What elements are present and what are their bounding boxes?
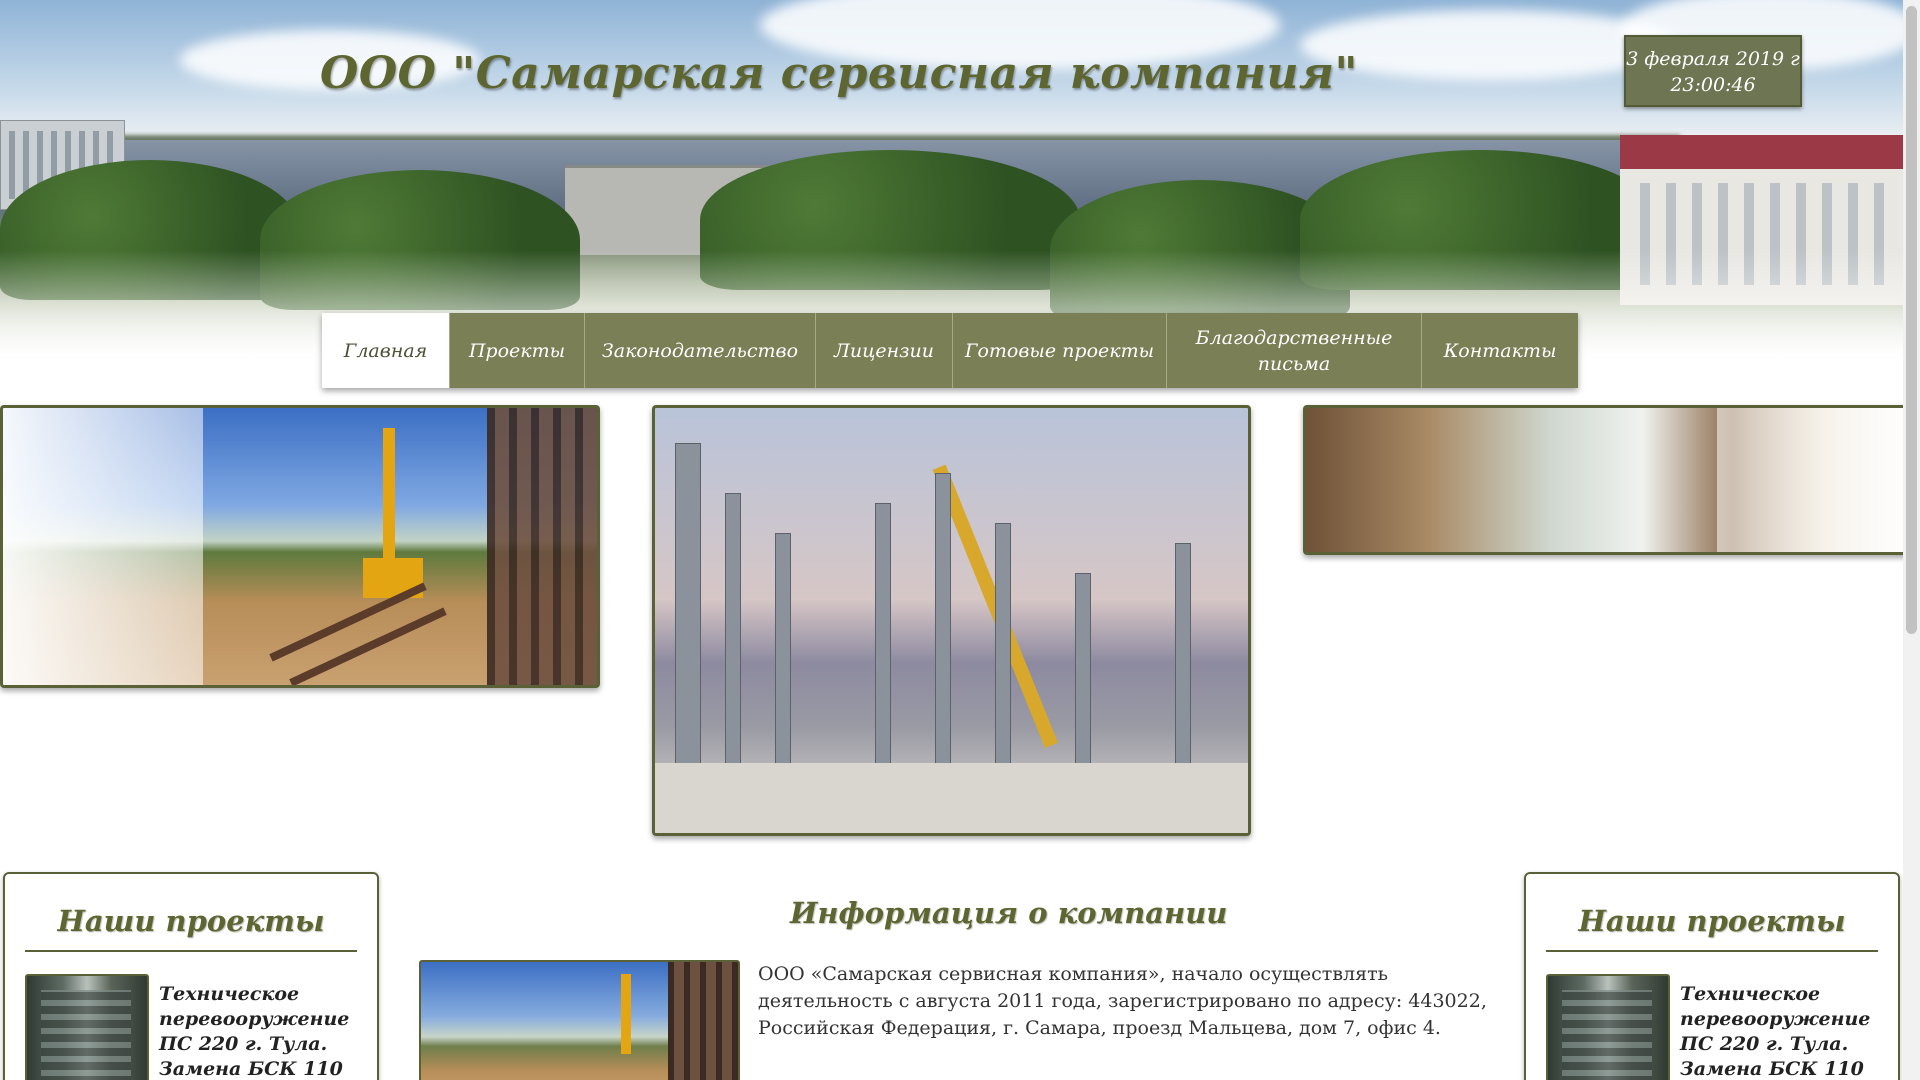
time-text: 23:00:46 [1670, 74, 1756, 96]
left-project-link[interactable]: Техническое перевооружение ПС 220 г. Тул… [159, 982, 369, 1080]
nav-item-contacts[interactable]: Контакты [1422, 313, 1578, 388]
nav-item-legislation[interactable]: Законодательство [585, 313, 816, 388]
slide-substation-image[interactable] [652, 405, 1251, 836]
nav-item-ready-projects[interactable]: Готовые проекты [953, 313, 1167, 388]
main-nav: Главная Проекты Законодательство Лицензи… [322, 313, 1578, 388]
nav-item-projects[interactable]: Проекты [450, 313, 585, 388]
left-projects-panel: Наши проекты Техническое перевооружение … [3, 872, 379, 1080]
slide-construction-image[interactable] [0, 405, 600, 688]
date-time-widget: 3 февраля 2019 г 23:00:46 [1624, 35, 1802, 107]
right-project-thumbnail[interactable] [1546, 974, 1670, 1080]
right-panel-title: Наши проекты [1546, 904, 1878, 952]
info-title: Информация о компании [790, 896, 1228, 930]
site-title: ООО "Самарская сервисная компания" [320, 48, 1358, 99]
right-project-link[interactable]: Техническое перевооружение ПС 220 г. Тул… [1680, 982, 1890, 1080]
left-project-thumbnail[interactable] [25, 974, 149, 1080]
page-scrollbar[interactable] [1903, 0, 1920, 1080]
info-photo [419, 960, 740, 1080]
nav-item-licenses[interactable]: Лицензии [816, 313, 953, 388]
right-projects-panel: Наши проекты Техническое перевооружение … [1524, 872, 1900, 1080]
nav-item-thank-you-letters[interactable]: Благодарственные письма [1167, 313, 1422, 388]
slide-wooden-structure-image[interactable] [1303, 405, 1920, 555]
info-text: ООО «Самарская сервисная компания», нача… [758, 963, 1487, 1039]
date-text: 3 февраля 2019 г [1626, 48, 1800, 70]
nav-item-home[interactable]: Главная [322, 313, 450, 388]
scrollbar-thumb[interactable] [1906, 6, 1917, 634]
left-panel-title: Наши проекты [25, 904, 357, 952]
